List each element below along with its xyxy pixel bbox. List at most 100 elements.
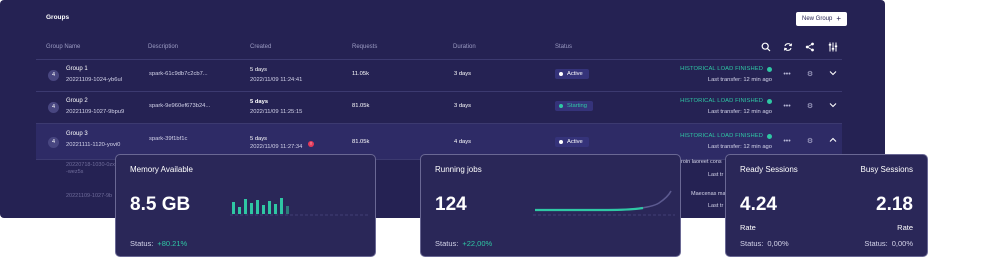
column-header-created[interactable]: Created <box>250 44 271 50</box>
status-dot-icon <box>559 72 563 76</box>
created-relative: 5 days <box>250 136 268 142</box>
chevron-up-icon[interactable] <box>828 136 838 148</box>
status-delta: +22,00% <box>462 239 493 248</box>
duration: 4 days <box>454 139 472 145</box>
more-options-icon[interactable]: ••• <box>782 101 792 113</box>
status-badge: Active <box>555 69 589 79</box>
table-row[interactable]: 4 Group 2 20221109-1027-9bpu9 spark-9e96… <box>36 92 842 124</box>
memory-bar <box>268 201 271 214</box>
busy-status: Status: 0,00% <box>864 239 913 248</box>
table-row[interactable]: 4 Group 1 20221109-1024-yb6ul spark-61c9… <box>36 60 842 92</box>
column-settings-icon[interactable] <box>828 42 838 52</box>
group-name[interactable]: Group 1 <box>66 66 88 72</box>
last-transfer-time: 12 min ago <box>743 144 772 150</box>
group-description: spark-9e960ef673b24... <box>149 103 211 109</box>
new-group-label: New Group <box>802 16 833 22</box>
page-title: Groups <box>46 14 70 21</box>
last-transfer-time: 12 min ago <box>743 109 772 115</box>
group-count-badge: 4 <box>48 70 59 81</box>
chevron-down-icon[interactable] <box>828 101 838 113</box>
new-group-button[interactable]: New Group + <box>796 12 848 26</box>
card-value: 124 <box>435 194 467 215</box>
duration: 3 days <box>454 71 472 77</box>
column-header-status[interactable]: Status <box>555 44 572 50</box>
status-dot-icon <box>559 140 563 144</box>
group-id: 20221109-1024-yb6ul <box>66 77 122 83</box>
card-title: Memory Available <box>130 165 193 174</box>
requests-count: 81.05k <box>352 103 370 109</box>
ready-rate-label: Rate <box>740 223 756 232</box>
status-label: Starting <box>567 103 587 109</box>
memory-bar <box>244 199 247 214</box>
status-label: Active <box>567 139 583 145</box>
sessions-card[interactable]: Ready Sessions Busy Sessions 4.24 2.18 R… <box>725 154 928 257</box>
load-status: HISTORICAL LOAD FINISHED <box>680 133 772 139</box>
memory-available-card[interactable]: Memory Available 8.5 GB Status: +80.21% <box>115 154 376 257</box>
requests-count: 81.05k <box>352 139 370 145</box>
busy-sessions-title: Busy Sessions <box>860 165 913 174</box>
status-label: Status: <box>435 239 459 248</box>
memory-bar <box>232 202 235 214</box>
search-icon[interactable] <box>761 42 771 52</box>
status-badge: Starting <box>555 101 593 111</box>
column-header-duration[interactable]: Duration <box>453 44 476 50</box>
subrow-text: Maecenas ma <box>691 191 726 197</box>
load-status-label: HISTORICAL LOAD FINISHED <box>680 98 763 104</box>
memory-bar <box>238 207 241 214</box>
load-status-label: HISTORICAL LOAD FINISHED <box>680 66 763 72</box>
memory-bar <box>262 205 265 214</box>
status-label: Status: <box>130 239 154 248</box>
status-delta: +80.21% <box>157 239 188 248</box>
card-value: 8.5 GB <box>130 194 191 215</box>
memory-bar <box>274 204 277 214</box>
memory-bar <box>256 200 259 214</box>
status-dot-icon <box>559 104 563 108</box>
group-name[interactable]: Group 2 <box>66 98 88 104</box>
status-label: Status: <box>740 239 764 248</box>
alert-icon[interactable]: ! <box>308 141 314 147</box>
created-absolute: 2022/11/09 11:27:34 <box>250 144 303 150</box>
group-id: 20221111-1120-yovi0 <box>66 142 121 148</box>
ready-status: Status: 0,00% <box>740 239 789 248</box>
check-icon <box>767 133 772 139</box>
busy-sessions-value: 2.18 <box>876 194 913 215</box>
jobs-trend-line <box>533 190 675 216</box>
created-relative: 5 days <box>250 99 269 105</box>
memory-bar <box>286 206 289 214</box>
subrow-last-transfer: Last tr <box>708 203 724 209</box>
column-header-group-name[interactable]: Group Name <box>46 44 80 50</box>
check-icon <box>767 98 772 104</box>
group-description: spark-61c9db7c2cb7... <box>149 71 208 77</box>
created-absolute: 2022/11/09 11:25:15 <box>250 109 303 115</box>
group-description: spark-39f1bf1c <box>149 136 188 142</box>
plus-icon: + <box>836 14 842 23</box>
column-header-requests[interactable]: Requests <box>352 44 377 50</box>
gear-icon[interactable]: ⚙ <box>805 69 815 81</box>
status-value: 0,00% <box>891 239 913 248</box>
card-title: Running jobs <box>435 165 482 174</box>
share-icon[interactable] <box>805 42 815 52</box>
gear-icon[interactable]: ⚙ <box>805 136 815 148</box>
subrow-last-transfer: Last tr <box>708 172 724 178</box>
status-label: Status: <box>864 239 888 248</box>
running-jobs-card[interactable]: Running jobs 124 Status: +22,00% <box>420 154 681 257</box>
status-badge: Active <box>555 137 589 147</box>
chevron-down-icon[interactable] <box>828 69 838 81</box>
refresh-icon[interactable] <box>783 42 793 52</box>
more-options-icon[interactable]: ••• <box>782 136 792 148</box>
column-header-description[interactable]: Description <box>148 44 178 50</box>
more-options-icon[interactable]: ••• <box>782 69 792 81</box>
ready-sessions-value: 4.24 <box>740 194 777 215</box>
subrow-id: 20220718-1030-0zx <box>66 162 115 168</box>
memory-bar <box>280 198 283 214</box>
load-status: HISTORICAL LOAD FINISHED <box>680 66 772 72</box>
group-count-badge: 4 <box>48 102 59 113</box>
last-transfer: Last transfer: 12 min ago <box>708 77 772 83</box>
group-name[interactable]: Group 3 <box>66 131 88 137</box>
group-count-badge: 4 <box>48 137 59 148</box>
load-status: HISTORICAL LOAD FINISHED <box>680 98 772 104</box>
last-transfer-label: Last transfer: <box>707 144 742 150</box>
last-transfer-time: 12 min ago <box>743 77 772 83</box>
gear-icon[interactable]: ⚙ <box>805 101 815 113</box>
load-status-label: HISTORICAL LOAD FINISHED <box>680 133 763 139</box>
